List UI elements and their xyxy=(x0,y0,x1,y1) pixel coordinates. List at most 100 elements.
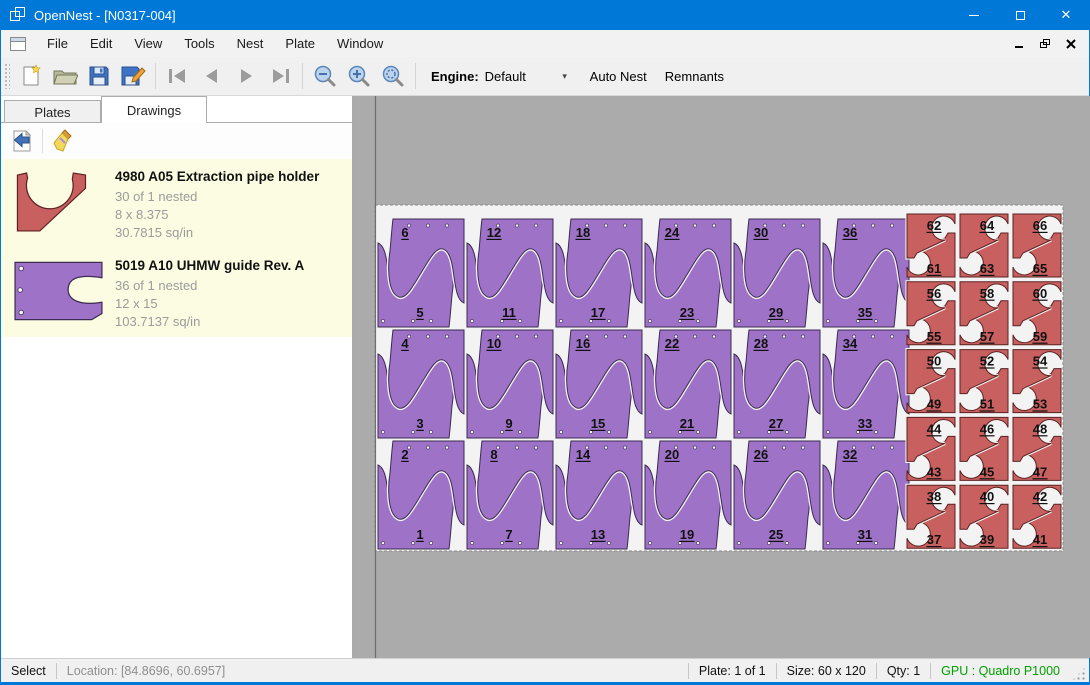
open-file-icon xyxy=(52,64,78,88)
engine-label: Engine: xyxy=(431,69,479,84)
panel-toolbar xyxy=(1,122,352,159)
title-bar: OpenNest - [N0317-004] ✕ xyxy=(1,0,1089,30)
zoom-in-button[interactable] xyxy=(342,60,376,92)
maximize-button[interactable] xyxy=(997,0,1043,30)
toolbar-separator xyxy=(302,63,303,89)
status-location: Location: [84.8696, 60.6957] xyxy=(57,664,235,678)
zoom-out-button[interactable] xyxy=(308,60,342,92)
minimize-button[interactable] xyxy=(951,0,997,30)
part-number-label: 21 xyxy=(680,416,694,431)
nested-part-pair[interactable]: 65 xyxy=(378,219,464,327)
remnants-button[interactable]: Remnants xyxy=(656,62,733,91)
drawing-nested-count: 30 of 1 nested xyxy=(115,188,319,206)
mdi-minimize-button[interactable] xyxy=(1011,37,1027,51)
menu-edit[interactable]: Edit xyxy=(79,31,123,56)
nested-part-pair[interactable]: 87 xyxy=(467,441,553,549)
part-number-label: 16 xyxy=(576,336,590,351)
part-number-label: 26 xyxy=(754,447,768,462)
part-number-label: 41 xyxy=(1033,532,1047,547)
nested-part-pair[interactable]: 14 13 xyxy=(556,441,642,549)
part-number-label: 1 xyxy=(416,527,423,542)
go-last-button[interactable] xyxy=(263,60,297,92)
part-number-label: 59 xyxy=(1033,329,1047,344)
auto-nest-button[interactable]: Auto Nest xyxy=(581,62,656,91)
menu-window[interactable]: Window xyxy=(326,31,394,56)
clean-button[interactable] xyxy=(48,126,78,156)
engine-dropdown-caret-icon[interactable]: ▾ xyxy=(557,67,573,86)
app-window: OpenNest - [N0317-004] ✕ File Edit View … xyxy=(0,0,1090,685)
part-number-label: 22 xyxy=(665,336,679,351)
part-number-label: 28 xyxy=(754,336,768,351)
nested-part-pair[interactable]: 22 21 xyxy=(645,330,731,438)
part-number-label: 7 xyxy=(505,527,512,542)
engine-combobox[interactable]: Default xyxy=(485,69,557,84)
menu-nest[interactable]: Nest xyxy=(226,31,275,56)
menu-file[interactable]: File xyxy=(36,31,79,56)
toolbar-grip[interactable] xyxy=(4,63,10,89)
open-file-button[interactable] xyxy=(48,60,82,92)
new-file-button[interactable] xyxy=(14,60,48,92)
minimize-icon xyxy=(969,15,979,16)
part-number-label: 64 xyxy=(980,218,995,233)
nested-part-pair[interactable]: 2625 xyxy=(734,441,820,549)
save-as-button[interactable] xyxy=(116,60,150,92)
nested-part-pair[interactable]: 3433 xyxy=(823,330,909,438)
part-number-label: 53 xyxy=(1033,397,1047,412)
tab-drawings[interactable]: Drawings xyxy=(101,96,207,123)
nested-part-pair[interactable]: 3635 xyxy=(823,219,909,327)
import-drawing-button[interactable] xyxy=(7,126,37,156)
nested-part-pair[interactable]: 3029 xyxy=(734,219,820,327)
nested-part-pair[interactable]: 2827 xyxy=(734,330,820,438)
tab-plates[interactable]: Plates xyxy=(4,100,101,122)
nested-part-pair[interactable]: 2019 xyxy=(645,441,731,549)
nested-part-pair[interactable]: 1817 xyxy=(556,219,642,327)
drawing-item[interactable]: 5019 A10 UHMW guide Rev. A 36 of 1 neste… xyxy=(1,248,352,337)
mdi-restore-icon xyxy=(1040,39,1050,49)
nest-canvas[interactable]: 6512111817242330293635431091615222128273… xyxy=(353,96,1090,658)
nested-part-pair[interactable]: 24 23 xyxy=(645,219,731,327)
window-title: OpenNest - [N0317-004] xyxy=(34,8,176,23)
maximize-icon xyxy=(1016,11,1025,20)
nested-part-pair[interactable]: 1615 xyxy=(556,330,642,438)
part-number-label: 37 xyxy=(927,532,941,547)
part-number-label: 10 xyxy=(487,336,501,351)
menu-bar: File Edit View Tools Nest Plate Window xyxy=(1,30,1089,57)
nested-part-pair[interactable]: 43 xyxy=(378,330,464,438)
mdi-minimize-icon xyxy=(1015,46,1023,48)
go-next-button[interactable] xyxy=(229,60,263,92)
part-number-label: 13 xyxy=(591,527,605,542)
close-button[interactable]: ✕ xyxy=(1043,0,1089,30)
part-thumbnail-red xyxy=(13,171,93,235)
menu-plate[interactable]: Plate xyxy=(274,31,326,56)
drawing-item[interactable]: 4980 A05 Extraction pipe holder 30 of 1 … xyxy=(1,159,352,248)
part-number-label: 14 xyxy=(576,447,591,462)
part-number-label: 24 xyxy=(665,225,680,240)
nested-part-pair[interactable]: 1211 xyxy=(467,219,553,327)
part-number-label: 19 xyxy=(680,527,694,542)
status-mode: Select xyxy=(1,664,56,678)
go-previous-button[interactable] xyxy=(195,60,229,92)
drawing-nested-count: 36 of 1 nested xyxy=(115,277,304,295)
save-as-icon xyxy=(120,64,146,88)
mdi-document-icon[interactable] xyxy=(10,37,26,51)
part-number-label: 8 xyxy=(490,447,497,462)
part-number-label: 11 xyxy=(502,305,516,320)
nested-part-pair[interactable]: 109 xyxy=(467,330,553,438)
part-number-label: 29 xyxy=(769,305,783,320)
nest-plate-view[interactable]: 6512111817242330293635431091615222128273… xyxy=(353,96,1090,658)
resize-grip-icon[interactable] xyxy=(1072,667,1086,681)
save-button[interactable] xyxy=(82,60,116,92)
nested-part-pair[interactable]: 21 xyxy=(378,441,464,549)
menu-view[interactable]: View xyxy=(123,31,173,56)
mdi-close-button[interactable] xyxy=(1063,37,1079,51)
menu-tools[interactable]: Tools xyxy=(173,31,225,56)
clean-broom-icon xyxy=(51,129,75,153)
zoom-fit-button[interactable] xyxy=(376,60,410,92)
part-number-label: 23 xyxy=(680,305,694,320)
save-icon xyxy=(87,64,111,88)
toolbar-separator xyxy=(415,63,416,89)
nested-part-pair[interactable]: 3231 xyxy=(823,441,909,549)
mdi-restore-button[interactable] xyxy=(1037,37,1053,51)
go-first-button[interactable] xyxy=(161,60,195,92)
part-number-label: 4 xyxy=(401,336,409,351)
